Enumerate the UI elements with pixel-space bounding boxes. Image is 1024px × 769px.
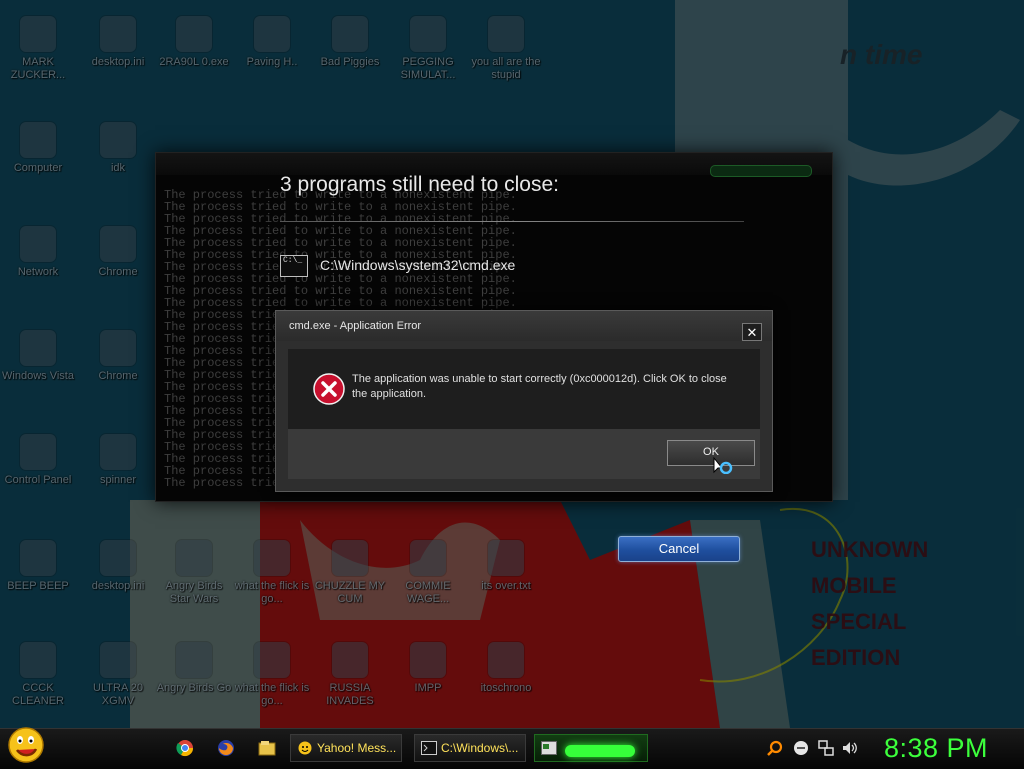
smiley-start-icon[interactable] — [6, 723, 48, 765]
taskbar-clock[interactable]: 8:38 PM — [884, 733, 988, 764]
task-label: C:\Windows\... — [441, 741, 519, 755]
dialog-titlebar: cmd.exe - Application Error ✕ — [276, 311, 772, 341]
cmd-icon: C:\_ — [280, 255, 308, 277]
taskbar: Yahoo! Mess... C:\Windows\... 8:38 PM — [0, 727, 1024, 769]
task-active-app[interactable] — [534, 734, 648, 762]
error-icon — [313, 373, 345, 405]
yahoo-messenger-icon — [298, 741, 312, 755]
cursor-busy-icon — [713, 456, 733, 474]
program-name: C:\Windows\system32\cmd.exe — [320, 257, 516, 273]
network-tray-icon[interactable] — [818, 740, 834, 756]
programs-headline: 3 programs still need to close: — [280, 173, 559, 196]
cancel-button[interactable]: Cancel — [618, 536, 740, 562]
error-message: The application was unable to start corr… — [352, 373, 727, 400]
close-button[interactable]: ✕ — [742, 323, 762, 341]
dialog-body: The application was unable to start corr… — [288, 349, 760, 429]
app-icon — [541, 741, 557, 755]
task-cmd[interactable]: C:\Windows\... — [414, 734, 526, 762]
task-label: Yahoo! Mess... — [317, 741, 397, 755]
search-tray-icon[interactable] — [767, 740, 783, 756]
dialog-footer: OK — [288, 429, 760, 479]
console-titlebar — [156, 153, 832, 177]
headline-divider — [280, 221, 744, 222]
ok-button[interactable]: OK — [667, 440, 755, 466]
title-progress-pill — [710, 165, 812, 177]
volume-tray-icon[interactable] — [842, 740, 858, 756]
task-progress-glow — [565, 745, 635, 757]
chrome-icon[interactable] — [176, 739, 194, 757]
application-error-dialog: cmd.exe - Application Error ✕ The applic… — [275, 310, 773, 492]
minus-tray-icon[interactable] — [793, 740, 809, 756]
task-yahoo-messenger[interactable]: Yahoo! Mess... — [290, 734, 402, 762]
dialog-title: cmd.exe - Application Error — [289, 320, 422, 332]
firefox-icon[interactable] — [217, 739, 235, 757]
folder-icon[interactable] — [258, 739, 276, 757]
cmd-icon — [421, 741, 437, 755]
